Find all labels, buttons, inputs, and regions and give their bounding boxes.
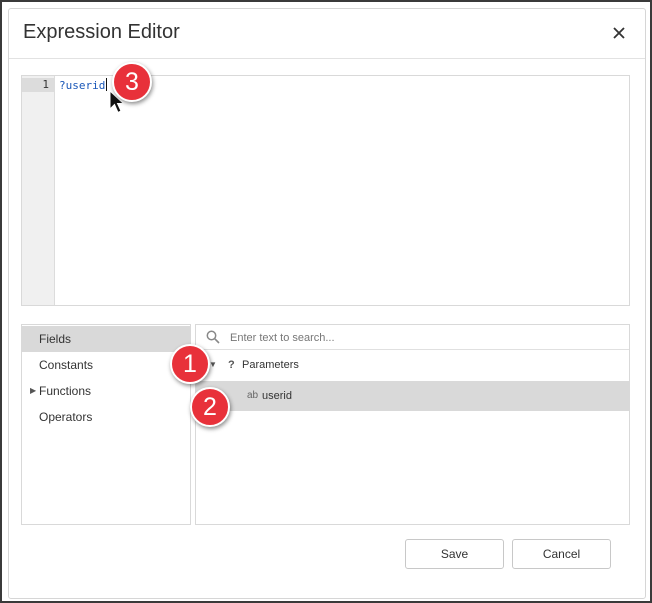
close-icon	[613, 27, 625, 39]
text-caret	[106, 78, 108, 91]
header-divider	[9, 58, 645, 59]
category-item-fields[interactable]: Fields	[22, 326, 190, 352]
callout-badge-1: 1	[170, 344, 210, 384]
string-type-icon: ab	[247, 390, 259, 401]
dialog-title: Expression Editor	[23, 21, 180, 43]
callout-badge-2: 2	[190, 387, 230, 427]
save-button[interactable]: Save	[405, 539, 504, 569]
category-label: Functions	[39, 384, 92, 398]
line-number: 1	[22, 78, 55, 92]
expand-arrow-icon[interactable]: ▶	[30, 378, 36, 404]
search-box	[196, 325, 629, 350]
expression-editor-dialog: Expression Editor 1 ?userid 3 Fields Con…	[0, 0, 652, 603]
line-number-gutter: 1	[22, 76, 55, 305]
question-mark-icon: ?	[228, 359, 235, 371]
code-line[interactable]: ?userid	[59, 78, 108, 92]
field-tree-panel: ▼ ? Parameters ab userid	[195, 324, 630, 525]
tree-item-userid[interactable]: ab userid	[196, 381, 629, 411]
tree-item-label: userid	[262, 390, 292, 402]
tree-group-label: Parameters	[242, 359, 299, 371]
category-list: Fields Constants ▶ Functions Operators	[21, 324, 191, 525]
category-label: Fields	[39, 332, 72, 346]
search-input[interactable]	[230, 328, 620, 347]
code-text: ?userid	[59, 79, 106, 92]
category-item-functions[interactable]: ▶ Functions	[22, 378, 190, 404]
category-label: Operators	[39, 410, 93, 424]
category-item-constants[interactable]: Constants	[22, 352, 190, 378]
tree-group-parameters[interactable]: ▼ ? Parameters	[196, 351, 629, 379]
category-label: Constants	[39, 358, 94, 372]
callout-badge-3: 3	[112, 62, 152, 102]
collapse-arrow-icon[interactable]: ▼	[209, 351, 217, 379]
category-item-operators[interactable]: Operators	[22, 404, 190, 430]
close-button[interactable]	[606, 20, 632, 46]
cancel-button[interactable]: Cancel	[512, 539, 611, 569]
search-icon	[206, 330, 220, 344]
